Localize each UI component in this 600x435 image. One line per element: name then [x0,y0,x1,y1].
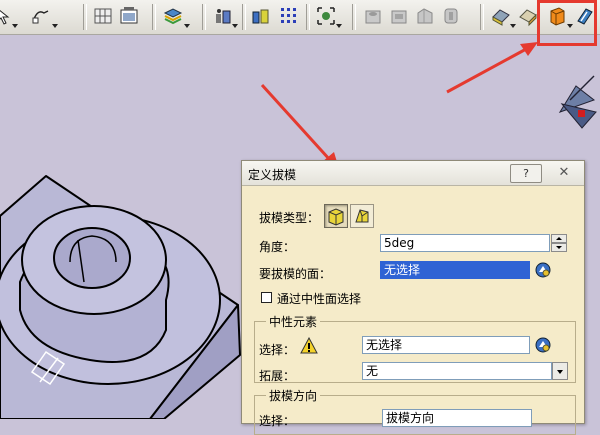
parts-icon[interactable] [250,5,272,27]
dropdown-arrow-icon[interactable] [336,24,342,28]
variable-draft-icon [355,209,369,223]
faces-to-draft-field[interactable]: 无选择 [380,261,530,279]
slot-icon[interactable] [440,5,462,27]
compass-icon [558,75,597,129]
draft-type-label: 拔模类型： [259,211,320,225]
propagation-dropdown-button[interactable] [552,362,568,380]
edit-list-icon[interactable] [534,261,552,279]
sensor-icon[interactable] [212,5,234,27]
propagation-label: 拓展： [259,369,296,383]
spin-up-button[interactable] [551,234,567,243]
dialog-titlebar[interactable]: 定义拔模 ? ✕ [242,161,584,186]
toolbar-separator [242,4,246,30]
toolbar-separator [480,4,484,30]
view-panel-icon[interactable] [118,5,140,27]
define-draft-dialog: 定义拔模 ? ✕ 拔模类型： 角度： 5deg 要拔模的面： 无选择 通过中性面… [241,160,585,435]
annotation-arrow-dialog [260,83,332,162]
toolbar-separator [152,4,156,30]
direction-selection-label: 选择： [259,414,296,428]
help-button[interactable]: ? [510,164,542,183]
chamfer-icon[interactable] [517,5,539,27]
edit-list-icon[interactable] [534,336,552,354]
draft-direction-group-title: 拔模方向 [266,387,321,404]
sketch-icon[interactable] [30,5,52,27]
neutral-selection-label: 选择： [259,343,296,357]
3d-part-model [0,175,241,419]
dropdown-arrow-icon[interactable] [232,24,238,28]
neutral-element-group-title: 中性元素 [266,313,321,330]
grid-dots-icon[interactable] [278,5,300,27]
annotation-arrowhead-toolbar [520,42,538,56]
neutral-face-checkbox-label: 通过中性面选择 [277,292,362,306]
toolbar [0,0,600,46]
dropdown-arrow-icon[interactable] [184,24,190,28]
dropdown-arrow-icon[interactable] [52,24,58,28]
fillet-icon[interactable] [490,5,512,27]
faces-to-draft-label: 要拔模的面： [259,267,332,281]
propagation-select[interactable]: 无 [362,362,552,380]
warning-icon [300,337,318,355]
simple-draft-button[interactable] [324,204,348,228]
variable-draft-button[interactable] [350,204,374,228]
fit-all-icon[interactable] [315,5,337,27]
dropdown-arrow-icon[interactable] [12,24,18,28]
grid-snap-icon[interactable] [92,5,114,27]
simple-draft-icon [328,208,344,226]
hole-icon[interactable] [362,5,384,27]
toolbar-separator [352,4,356,30]
rib-icon[interactable] [414,5,436,27]
direction-selection-field[interactable]: 拔模方向 [382,409,532,427]
toolbar-separator [306,4,310,30]
angle-spinner[interactable] [551,234,567,252]
angle-label: 角度： [259,240,296,254]
dropdown-arrow-icon[interactable] [510,24,516,28]
close-button[interactable]: ✕ [549,164,579,181]
spin-down-button[interactable] [551,243,567,252]
layer-stack-icon[interactable] [162,5,184,27]
neutral-face-checkbox[interactable] [261,292,272,303]
neutral-selection-field[interactable]: 无选择 [362,336,530,354]
toolbar-separator [202,4,206,30]
dialog-title: 定义拔模 [248,168,297,182]
pocket-icon[interactable] [388,5,410,27]
toolbar-separator [83,4,87,30]
annotation-arrow-toolbar [446,46,529,94]
angle-input[interactable]: 5deg [380,234,550,252]
